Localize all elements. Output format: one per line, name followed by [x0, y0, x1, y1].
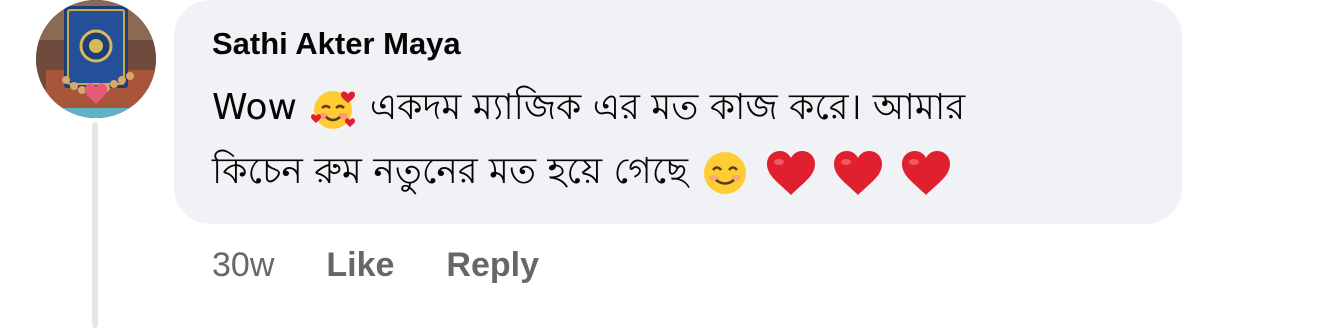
- avatar[interactable]: [36, 0, 156, 118]
- comment-actions: 30w Like Reply: [212, 243, 591, 287]
- red-heart-icon: [832, 149, 884, 197]
- thread-line: [92, 122, 98, 328]
- like-button[interactable]: Like: [326, 246, 394, 285]
- comment-text-prefix: Wow: [212, 87, 297, 128]
- smiling-face-icon: [701, 149, 749, 197]
- red-heart-icon: [765, 149, 817, 197]
- avatar-image: [36, 0, 156, 118]
- red-heart-icon: [900, 149, 952, 197]
- comment-text: Wow একদম ম্যাজিক এর মত কাজ করে। আমার কিচ…: [212, 76, 1162, 204]
- comment-text-line2: কিচেন রুম নতুনের মত হয়ে গেছে: [212, 151, 689, 192]
- comment-text-line1: একদম ম্যাজিক এর মত কাজ করে। আমার: [369, 87, 966, 128]
- comment-timestamp[interactable]: 30w: [212, 246, 274, 285]
- comment-bubble: Sathi Akter Maya Wow একদম ম্যাজিক এর মত …: [174, 0, 1182, 224]
- reply-button[interactable]: Reply: [446, 246, 539, 285]
- smiling-face-with-hearts-icon: [310, 86, 356, 132]
- comment-author[interactable]: Sathi Akter Maya: [212, 26, 461, 62]
